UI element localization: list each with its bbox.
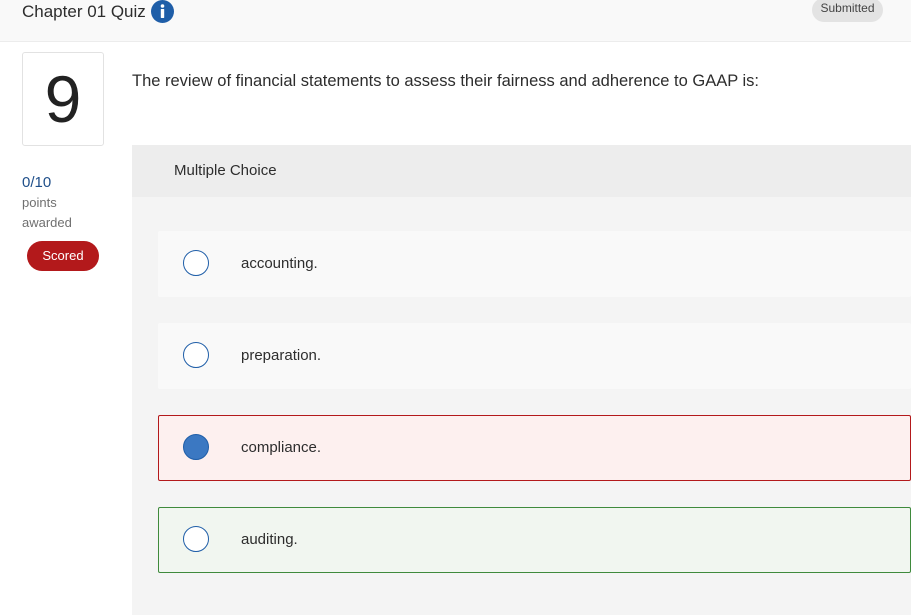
awarded-label: awarded [22, 215, 72, 230]
answer-option-label: compliance. [241, 439, 322, 456]
points-score: 0/10 [22, 174, 52, 191]
question-number: 9 [44, 62, 82, 136]
points-label: points [22, 195, 57, 210]
answer-option[interactable]: preparation. [158, 323, 911, 389]
quiz-title: Chapter 01 Quiz [22, 2, 146, 21]
scored-badge: Scored [27, 241, 99, 271]
answer-option-correct[interactable]: auditing. [158, 507, 911, 573]
answer-option-label: accounting. [241, 255, 318, 272]
answer-type-header: Multiple Choice [132, 145, 911, 197]
radio-button-selected[interactable] [183, 434, 209, 460]
status-badge: Submitted [812, 0, 883, 22]
answer-option-label: preparation. [241, 347, 322, 364]
answer-option[interactable]: accounting. [158, 231, 911, 297]
question-number-box: 9 [22, 52, 104, 146]
question-text: The review of financial statements to as… [132, 72, 760, 90]
radio-button[interactable] [183, 526, 209, 552]
info-icon[interactable] [151, 0, 174, 23]
answer-option-incorrect[interactable]: compliance. [158, 415, 911, 481]
answer-option-label: auditing. [241, 531, 298, 548]
radio-button[interactable] [183, 342, 209, 368]
radio-button[interactable] [183, 250, 209, 276]
answer-type-label: Multiple Choice [174, 162, 277, 179]
top-bar: Chapter 01 Quiz Submitted [0, 0, 911, 42]
